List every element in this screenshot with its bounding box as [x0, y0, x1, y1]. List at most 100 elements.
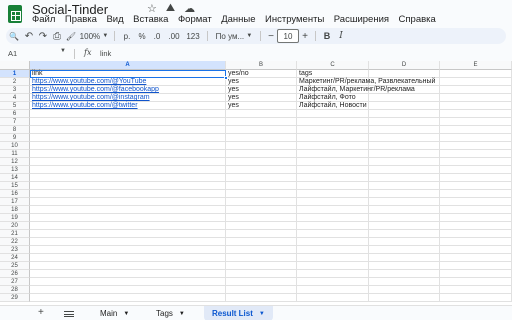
cell[interactable]	[297, 166, 369, 174]
select-all-corner[interactable]	[0, 61, 30, 70]
fill-handle[interactable]	[224, 76, 228, 80]
cell[interactable]	[30, 190, 226, 198]
cell[interactable]	[297, 110, 369, 118]
cell[interactable]	[440, 126, 512, 134]
cell[interactable]	[440, 182, 512, 190]
cell[interactable]	[30, 166, 226, 174]
cell[interactable]	[440, 86, 512, 94]
menu-item[interactable]: Справка	[399, 14, 436, 25]
row-header[interactable]: 8	[0, 126, 30, 134]
cell[interactable]	[369, 198, 440, 206]
row-header[interactable]: 21	[0, 230, 30, 238]
cell[interactable]	[369, 142, 440, 150]
cell[interactable]	[369, 134, 440, 142]
cell[interactable]	[226, 222, 297, 230]
cell[interactable]	[30, 174, 226, 182]
row-header[interactable]: 22	[0, 238, 30, 246]
cell[interactable]	[369, 214, 440, 222]
cell[interactable]	[440, 198, 512, 206]
menu-item[interactable]: Инструменты	[265, 14, 324, 25]
cell[interactable]	[440, 278, 512, 286]
currency-format-button[interactable]: р.	[119, 29, 135, 43]
column-header-e[interactable]: E	[440, 61, 512, 70]
cell[interactable]	[297, 126, 369, 134]
menu-item[interactable]: Вставка	[133, 14, 168, 25]
column-header-a[interactable]: A	[30, 61, 226, 70]
menu-item[interactable]: Правка	[65, 14, 97, 25]
cell[interactable]	[226, 278, 297, 286]
cell[interactable]	[297, 294, 369, 302]
cell[interactable]	[30, 246, 226, 254]
cell[interactable]	[369, 166, 440, 174]
active-cell[interactable]: link	[30, 70, 226, 78]
italic-button[interactable]: I	[334, 29, 348, 43]
row-header[interactable]: 11	[0, 150, 30, 158]
cell[interactable]: yes	[226, 102, 297, 110]
row-header[interactable]: 6	[0, 110, 30, 118]
sheet-tab[interactable]: Tags ▼	[148, 306, 193, 320]
row-header[interactable]: 1	[0, 70, 30, 78]
cell[interactable]	[226, 126, 297, 134]
cell[interactable]	[369, 286, 440, 294]
cell[interactable]	[226, 150, 297, 158]
add-sheet-icon[interactable]: +	[38, 307, 44, 318]
cell[interactable]	[226, 206, 297, 214]
cell[interactable]: Лайфстайл, Фото	[297, 94, 369, 102]
cell[interactable]	[30, 134, 226, 142]
cell[interactable]	[30, 286, 226, 294]
cell[interactable]	[30, 230, 226, 238]
row-header[interactable]: 23	[0, 246, 30, 254]
cell[interactable]	[369, 126, 440, 134]
column-header-b[interactable]: B	[226, 61, 297, 70]
cell[interactable]: yes	[226, 94, 297, 102]
search-icon[interactable]: 🔍	[6, 29, 22, 43]
cell[interactable]	[369, 94, 440, 102]
cell[interactable]	[297, 158, 369, 166]
cell[interactable]	[226, 230, 297, 238]
cell[interactable]	[226, 118, 297, 126]
cell[interactable]: tags	[297, 70, 369, 78]
cell[interactable]	[297, 142, 369, 150]
cell[interactable]	[440, 150, 512, 158]
increase-decimal-button[interactable]: .00	[165, 29, 183, 43]
cell[interactable]	[369, 230, 440, 238]
zoom-select[interactable]: 100% ▼	[78, 29, 110, 43]
cell[interactable]	[297, 174, 369, 182]
row-header[interactable]: 19	[0, 214, 30, 222]
cell[interactable]	[226, 110, 297, 118]
cell[interactable]: yes/no	[226, 70, 297, 78]
cell[interactable]: Лайфстайл, Новости	[297, 102, 369, 110]
bold-button[interactable]: B	[320, 29, 334, 43]
redo-icon[interactable]: ↷	[36, 29, 50, 43]
cell[interactable]	[440, 102, 512, 110]
cell[interactable]	[440, 190, 512, 198]
cell[interactable]	[297, 190, 369, 198]
cell[interactable]	[440, 110, 512, 118]
cell[interactable]	[226, 142, 297, 150]
cell[interactable]	[369, 174, 440, 182]
increase-font-size-button[interactable]: +	[299, 29, 311, 43]
link-cell[interactable]: https://www.youtube.com/@facebookapp	[30, 86, 226, 94]
column-header-d[interactable]: D	[369, 61, 440, 70]
cell[interactable]	[440, 246, 512, 254]
cell[interactable]	[226, 254, 297, 262]
cell[interactable]	[30, 294, 226, 302]
cell[interactable]	[297, 254, 369, 262]
cell[interactable]	[30, 254, 226, 262]
cell[interactable]	[369, 190, 440, 198]
cell[interactable]	[297, 286, 369, 294]
cell[interactable]	[369, 238, 440, 246]
cell[interactable]	[369, 158, 440, 166]
cell[interactable]	[369, 262, 440, 270]
cell[interactable]	[226, 246, 297, 254]
row-header[interactable]: 24	[0, 254, 30, 262]
sheets-logo-icon[interactable]	[8, 5, 22, 23]
cell[interactable]	[297, 262, 369, 270]
row-header[interactable]: 20	[0, 222, 30, 230]
row-header[interactable]: 25	[0, 262, 30, 270]
cell[interactable]	[297, 246, 369, 254]
cell[interactable]	[297, 222, 369, 230]
row-header[interactable]: 7	[0, 118, 30, 126]
all-sheets-icon[interactable]	[64, 311, 74, 317]
menu-item[interactable]: Формат	[178, 14, 212, 25]
